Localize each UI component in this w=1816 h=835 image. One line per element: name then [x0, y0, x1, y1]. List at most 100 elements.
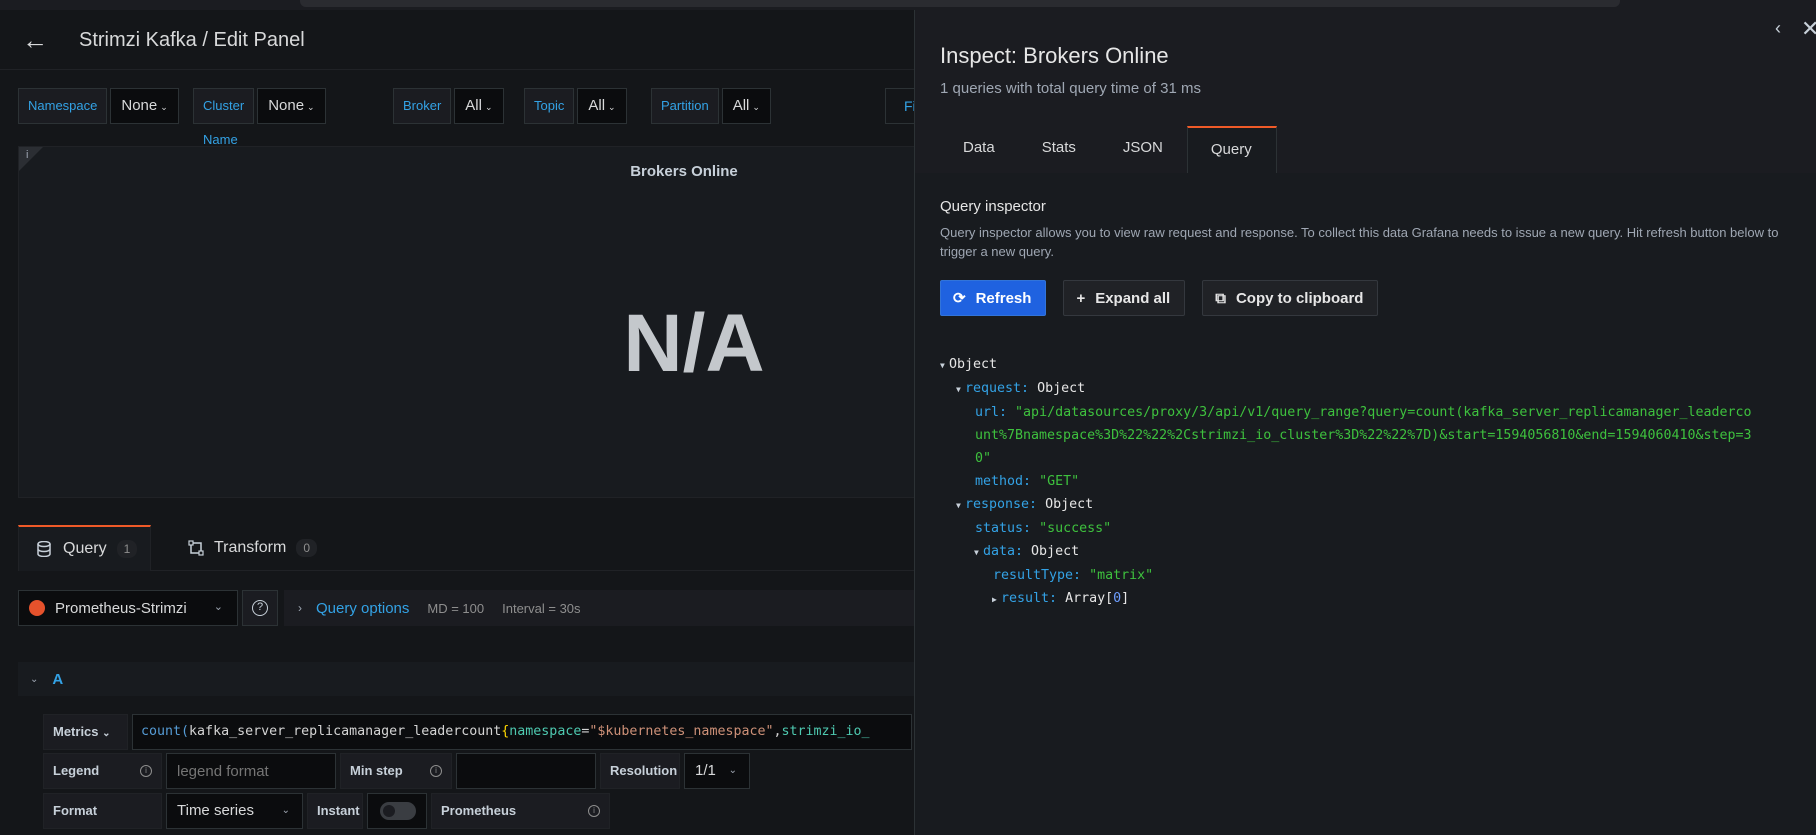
datasource-picker[interactable]: Prometheus-Strimzi ⌄ [18, 590, 238, 626]
copy-to-clipboard-button[interactable]: ⧉ Copy to clipboard [1202, 280, 1379, 316]
instant-label: Instant [307, 793, 363, 829]
inspector-actions: ⟳ Refresh + Expand all ⧉ Copy to clipboard [940, 280, 1395, 316]
node-key: status: [975, 521, 1032, 536]
expr-metric: kafka_server_replicamanager_leadercount [189, 724, 502, 739]
variable-label: Broker [393, 88, 452, 124]
chevron-down-icon[interactable]: ⌄ [30, 674, 38, 685]
metrics-button[interactable]: Metrics ⌄ [43, 714, 128, 750]
legend-row: Legend i Min step i Resolution 1/1 ⌄ [43, 753, 750, 789]
refresh-button[interactable]: ⟳ Refresh [940, 280, 1047, 316]
node-type: Object [1031, 544, 1080, 559]
url-value: "api/datasources/proxy/3/api/v1/query_ra… [1015, 405, 1752, 420]
button-label: Copy to clipboard [1235, 289, 1364, 307]
tab-label: Query [63, 540, 107, 557]
info-icon[interactable]: i [26, 149, 28, 161]
min-step-label: Min step i [340, 753, 452, 789]
query-tabs: Query 1 Transform 0 [18, 517, 915, 571]
tree-node-data[interactable]: ▼ data: Object [940, 540, 1752, 564]
datasource-name: Prometheus-Strimzi [55, 599, 187, 617]
interval: Interval = 30s [502, 600, 581, 616]
inspect-header: Inspect: Brokers Online 1 queries with t… [915, 10, 1816, 173]
browser-top-strip [0, 0, 1816, 10]
tree-node-root[interactable]: ▼ Object [940, 353, 1752, 377]
expanded-triangle-icon[interactable]: ▼ [974, 541, 983, 564]
chevron-down-icon: ⌄ [213, 601, 223, 613]
chevron-down-icon: ⌄ [608, 102, 616, 112]
help-button[interactable]: ? [242, 590, 278, 626]
variable-label: Namespace [18, 88, 108, 124]
section-description: Query inspector allows you to view raw r… [940, 225, 1779, 259]
section-title: Query inspector [940, 198, 1046, 215]
tree-node-resulttype: resultType: "matrix" [940, 564, 1752, 587]
metrics-row: Metrics ⌄ count(kafka_server_replicamana… [43, 714, 912, 750]
query-row-header[interactable]: ⌄ A [18, 662, 915, 696]
node-key: request: [965, 381, 1030, 396]
tab-query[interactable]: Query 1 [18, 525, 151, 571]
min-step-input[interactable] [456, 753, 596, 789]
panel-title[interactable]: Brokers Online [19, 163, 915, 180]
inspect-body: Query inspector Query inspector allows y… [915, 173, 1816, 835]
variable-value: All [588, 97, 606, 114]
question-icon: ? [252, 600, 268, 616]
tab-json[interactable]: JSON [1100, 126, 1187, 173]
expanded-triangle-icon[interactable]: ▼ [940, 354, 949, 377]
tree-node-result[interactable]: ▶ result: Array[0] [940, 587, 1752, 611]
node-key: method: [975, 474, 1032, 489]
back-arrow-icon[interactable]: ← [22, 27, 52, 54]
expanded-triangle-icon[interactable]: ▼ [956, 494, 965, 517]
expanded-triangle-icon[interactable]: ▼ [956, 378, 965, 401]
query-ref-id: A [52, 670, 64, 688]
page-title: Strimzi Kafka / Edit Panel [79, 29, 305, 51]
variable-cluster-name: Cluster Name None ⌄ [193, 88, 326, 147]
query-options-label[interactable]: Query options [316, 600, 409, 617]
variable-label: Cluster Name [193, 88, 255, 147]
tab-transform[interactable]: Transform 0 [188, 525, 317, 571]
format-row: Format Time series ⌄ Instant Prometheus i [43, 793, 610, 829]
refresh-icon: ⟳ [953, 290, 966, 307]
edit-panel: ← Strimzi Kafka / Edit Panel Namespace N… [0, 10, 915, 835]
inspect-title: Inspect: Brokers Online [940, 43, 1169, 68]
close-icon[interactable]: ✕ [1801, 16, 1816, 42]
variable-namespace: Namespace None ⌄ [18, 88, 179, 124]
variable-topic-select[interactable]: All ⌄ [577, 88, 627, 124]
node-key: url: [975, 405, 1008, 420]
variable-broker-select[interactable]: All ⌄ [454, 88, 504, 124]
variable-label: Topic [524, 88, 575, 124]
variable-value: None [121, 97, 158, 114]
format-select[interactable]: Time series ⌄ [166, 793, 303, 829]
chevron-left-icon[interactable]: ‹ [1775, 18, 1781, 39]
tab-stats[interactable]: Stats [1019, 126, 1100, 173]
variable-partition-select[interactable]: All ⌄ [721, 88, 771, 124]
variable-broker: Broker All ⌄ [393, 88, 504, 124]
min-step-label-text: Min step [350, 763, 403, 778]
button-label: Expand all [1095, 289, 1171, 307]
resolution-select[interactable]: 1/1 ⌄ [684, 753, 750, 789]
variable-value: All [465, 97, 482, 114]
legend-input[interactable] [166, 753, 336, 789]
browser-address-bar[interactable] [300, 0, 1620, 7]
tree-node-url-cont: 0" [940, 447, 1752, 470]
query-options-bar[interactable]: › Query options MD = 100 Interval = 30s [284, 590, 915, 626]
instant-toggle[interactable] [367, 793, 427, 829]
tab-data[interactable]: Data [940, 126, 1019, 173]
tree-node-request[interactable]: ▼ request: Object [940, 377, 1752, 401]
variable-namespace-select[interactable]: None ⌄ [110, 88, 179, 124]
promql-editor[interactable]: count(kafka_server_replicamanager_leader… [132, 714, 912, 750]
expr-comma: , [773, 724, 782, 739]
node-value: "GET" [1039, 474, 1080, 489]
inspect-drawer: Inspect: Brokers Online 1 queries with t… [914, 10, 1816, 835]
prometheus-label: Prometheus i [431, 793, 610, 829]
tree-node-response[interactable]: ▼ response: Object [940, 493, 1752, 517]
variable-cluster-select[interactable]: None ⌄ [257, 88, 326, 124]
variable-topic: Topic All ⌄ [524, 88, 627, 124]
info-icon[interactable]: i [588, 805, 600, 817]
expand-all-button[interactable]: + Expand all [1063, 280, 1186, 316]
stat-value: N/A [623, 298, 765, 389]
collapsed-triangle-icon[interactable]: ▶ [992, 588, 1001, 611]
info-icon[interactable]: i [140, 765, 152, 777]
node-key: response: [965, 497, 1038, 512]
info-icon[interactable]: i [430, 765, 442, 777]
toggle-switch[interactable] [380, 802, 416, 820]
fill-button[interactable]: Fi [885, 88, 915, 124]
tab-query[interactable]: Query [1186, 126, 1277, 173]
